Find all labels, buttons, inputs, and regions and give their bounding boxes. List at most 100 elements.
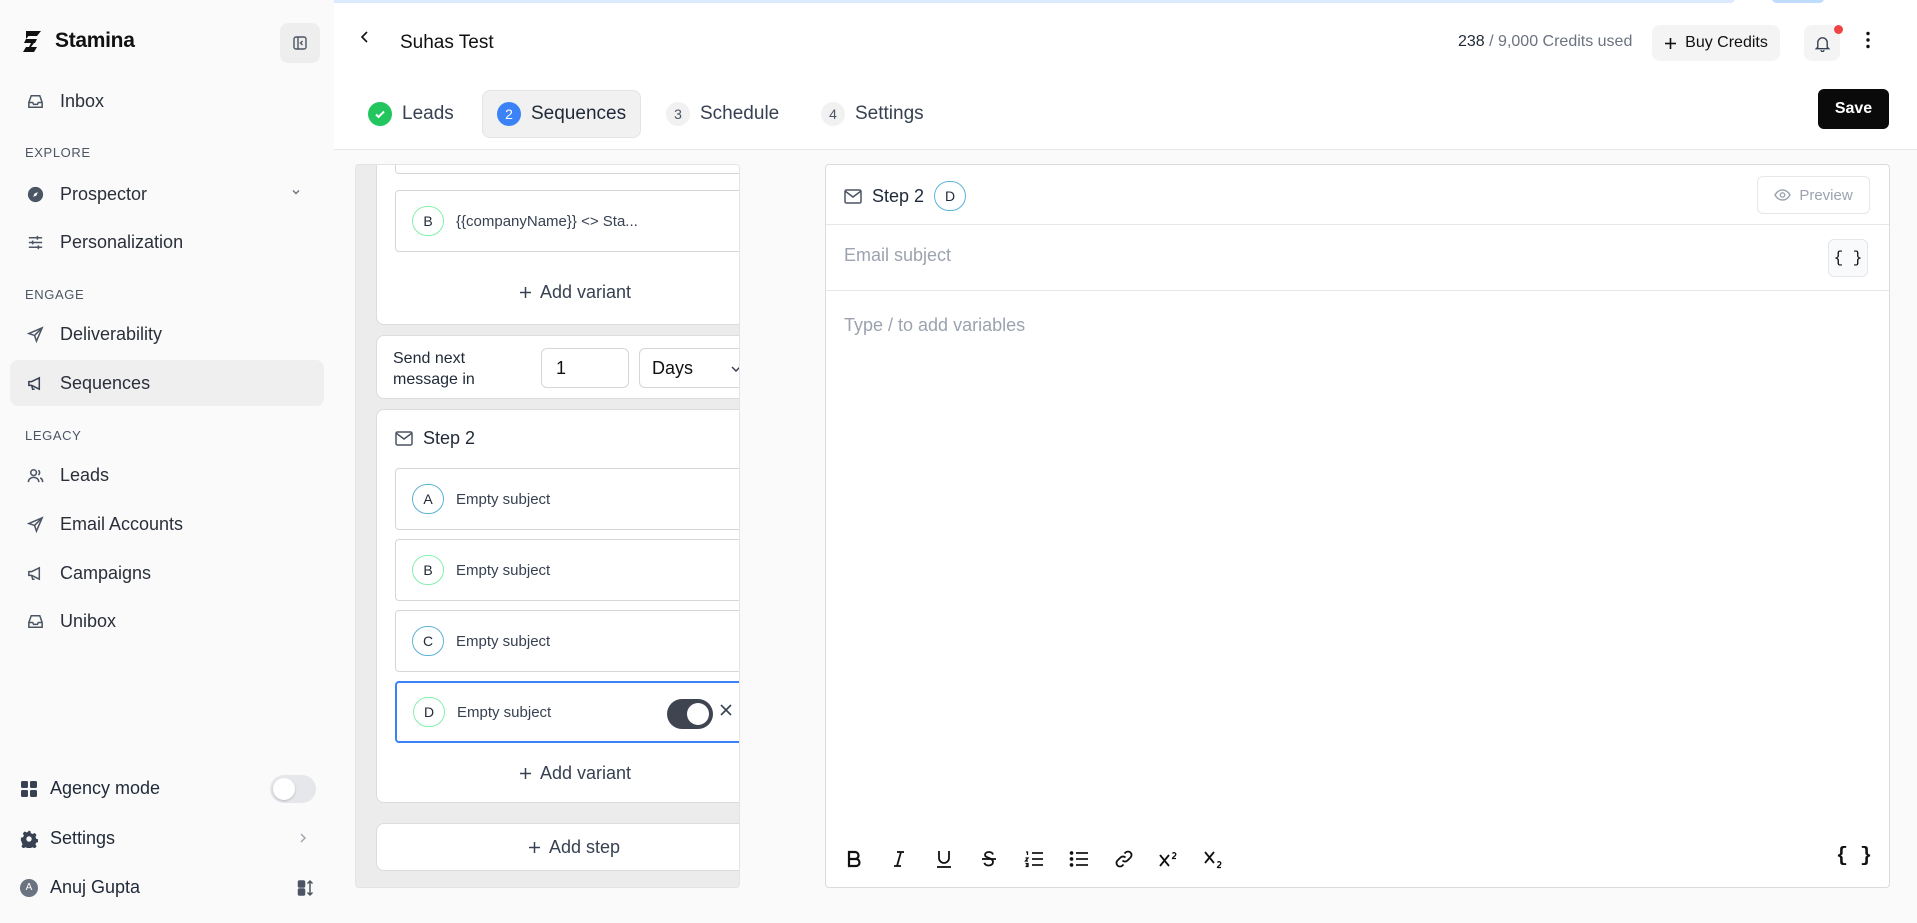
subscript-icon[interactable]	[1200, 845, 1227, 872]
mail-icon	[395, 431, 413, 446]
superscript-icon[interactable]	[1155, 845, 1182, 872]
variant-card-a[interactable]	[395, 165, 739, 174]
formatting-toolbar	[840, 845, 1227, 872]
sidebar-collapse-icon	[292, 35, 308, 51]
tab-schedule[interactable]: 3 Schedule	[652, 90, 793, 138]
sidebar-item-label: Deliverability	[60, 323, 163, 344]
avatar: A	[20, 878, 38, 897]
variant-card-b[interactable]: B Empty subject	[395, 539, 739, 601]
editor-header: Step 2 D Preview	[826, 165, 1889, 225]
agency-mode-toggle[interactable]	[270, 775, 316, 803]
tab-label: Leads	[402, 103, 454, 124]
ordered-list-icon[interactable]	[1020, 845, 1047, 872]
send-icon	[25, 324, 45, 344]
add-step-label: Add step	[548, 836, 621, 857]
variant-card-a[interactable]: A Empty subject	[395, 468, 739, 530]
variant-badge: B	[412, 555, 444, 585]
tab-sequences[interactable]: 2 Sequences	[482, 90, 642, 138]
variant-subject: Empty subject	[456, 561, 551, 579]
tab-settings[interactable]: 4 Settings	[807, 90, 938, 138]
email-editor: Step 2 D Preview { } Type / to add varia…	[825, 164, 1890, 888]
sidebar-item-unibox[interactable]: Unibox	[10, 598, 324, 644]
sidebar-item-email-accounts[interactable]: Email Accounts	[10, 501, 324, 547]
add-variant-button[interactable]: Add variant	[377, 282, 739, 303]
bell-icon	[1814, 35, 1831, 52]
toggle-knob	[687, 703, 709, 725]
top-bar-shape	[155, 0, 1735, 3]
variant-enabled-toggle[interactable]	[667, 699, 713, 729]
gear-icon	[20, 830, 38, 848]
sidebar-item-deliverability[interactable]: Deliverability	[10, 311, 324, 357]
variant-badge: A	[412, 484, 444, 514]
preview-button[interactable]: Preview	[1757, 176, 1870, 214]
sidebar-item-label: Settings	[50, 828, 116, 848]
insert-variable-button[interactable]: { }	[1828, 239, 1868, 277]
insert-variable-toolbar-button[interactable]: { }	[1836, 845, 1872, 868]
variant-badge: C	[412, 626, 444, 656]
sidebar-item-settings[interactable]: Settings	[20, 828, 115, 849]
sidebar-item-inbox[interactable]: Inbox	[10, 78, 324, 124]
more-options-icon[interactable]	[1866, 31, 1870, 49]
variant-badge: D	[934, 181, 967, 211]
add-variant-label: Add variant	[539, 763, 632, 783]
wait-label: Send next message in	[393, 350, 475, 388]
credits-used: 238	[1458, 33, 1485, 50]
sidebar-item-prospector[interactable]: Prospector	[10, 171, 324, 217]
variant-badge: D	[413, 697, 445, 727]
editor-title: Step 2 D	[844, 181, 967, 211]
main-area: Suhas Test 238 / 9,000 Credits used Buy …	[334, 6, 1917, 923]
email-subject-input[interactable]	[844, 245, 1804, 266]
close-icon[interactable]	[719, 703, 733, 717]
wait-unit-value: Days	[652, 357, 694, 378]
brand[interactable]: Stamina	[20, 28, 135, 54]
section-label-legacy: LEGACY	[25, 428, 82, 443]
sidebar-item-personalization[interactable]: Personalization	[10, 219, 324, 265]
mail-icon	[844, 188, 862, 204]
email-body-editor[interactable]: Type / to add variables	[844, 315, 1025, 336]
credits-counter: 238 / 9,000 Credits used	[1458, 33, 1632, 51]
step-title-text: Step 2	[423, 428, 476, 448]
send-icon	[25, 514, 45, 534]
buy-credits-button[interactable]: Buy Credits	[1652, 25, 1780, 61]
sidebar-item-leads[interactable]: Leads	[10, 452, 324, 498]
sidebar-item-sequences[interactable]: Sequences	[10, 360, 324, 406]
chevron-down-icon	[290, 186, 302, 198]
variant-card-d[interactable]: D Empty subject	[395, 681, 739, 743]
agency-mode-label: Agency mode	[50, 778, 161, 798]
brand-name: Stamina	[55, 29, 135, 52]
bullet-list-icon[interactable]	[1065, 845, 1092, 872]
save-button[interactable]: Save	[1818, 89, 1889, 129]
sidebar-item-label: Personalization	[60, 231, 184, 252]
wait-unit-select[interactable]: Days	[639, 348, 739, 388]
tab-label: Schedule	[700, 103, 780, 124]
italic-icon[interactable]	[885, 845, 912, 872]
tab-leads[interactable]: Leads	[354, 90, 468, 138]
variant-card-b[interactable]: B {{companyName}} <> Sta...	[395, 190, 739, 252]
sliders-icon	[25, 232, 45, 252]
back-arrow-icon[interactable]	[358, 30, 372, 44]
plus-icon	[1664, 37, 1677, 50]
strikethrough-icon[interactable]	[975, 845, 1002, 872]
add-step-button[interactable]: Add step	[376, 823, 739, 871]
step-1-card: B {{companyName}} <> Sta... Add variant	[376, 165, 739, 325]
user-profile[interactable]: A Anuj Gupta	[20, 877, 140, 898]
sidebar-item-label: Sequences	[60, 372, 151, 393]
step-2-card: Step 2 A Empty subject B Empty subject C…	[376, 409, 739, 803]
check-icon	[368, 102, 392, 126]
subject-row: { }	[826, 225, 1889, 291]
step-2-title: Step 2	[395, 428, 475, 449]
grid-icon	[20, 780, 38, 798]
sidebar-item-label: Inbox	[60, 90, 105, 111]
variant-card-c[interactable]: C Empty subject	[395, 610, 739, 672]
underline-icon[interactable]	[930, 845, 957, 872]
switch-account-icon[interactable]	[297, 879, 315, 897]
sidebar-item-label: Prospector	[60, 183, 148, 204]
sidebar-item-campaigns[interactable]: Campaigns	[10, 550, 324, 596]
link-icon[interactable]	[1110, 845, 1137, 872]
notification-dot	[1834, 25, 1843, 34]
plus-icon	[519, 286, 532, 299]
add-variant-button[interactable]: Add variant	[377, 763, 739, 784]
wait-days-input[interactable]	[541, 348, 629, 388]
bold-icon[interactable]	[840, 845, 867, 872]
collapse-sidebar-button[interactable]	[280, 23, 320, 63]
